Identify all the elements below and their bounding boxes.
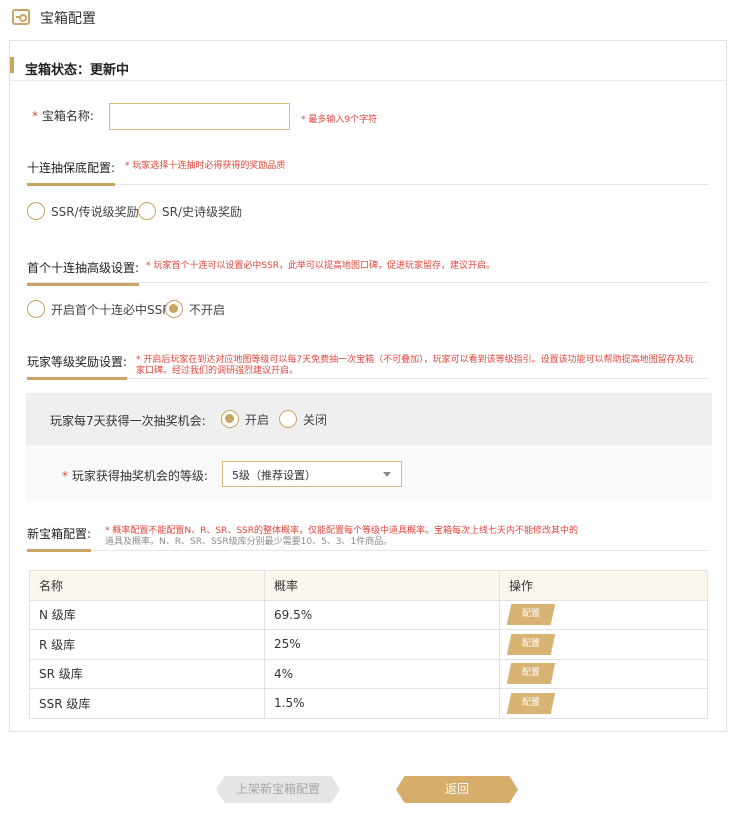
configure-button[interactable]: 配置 <box>506 604 556 626</box>
first-ten-desc-text: * 玩家首个十连可以设置必中SSR，此举可以提高地图口碑，促进玩家留存，建议开启… <box>146 261 496 271</box>
first-ten-option-enable-label: 开启首个十连必中SSR <box>51 302 171 317</box>
level-reward-box: 玩家每7天获得一次抽奖机会: 开启 关闭 * 玩家获得抽奖机会的等级: 5级（推… <box>26 393 712 501</box>
guarantee-desc-text: * 玩家选择十连抽时必得获得的奖励品质 <box>125 161 286 171</box>
page-header: 宝箱配置 <box>0 0 737 36</box>
chest-name-hint: * 最多输入9个字符 <box>301 112 377 125</box>
pool-probability: 69.5% <box>264 599 500 630</box>
pool-name: N 级库 <box>29 599 265 630</box>
pool-probability: 1.5% <box>264 688 500 719</box>
column-header-action: 操作 <box>499 570 708 601</box>
configure-button-label: 配置 <box>521 609 540 620</box>
guarantee-option-ssr[interactable]: SSR/传说级奖励 <box>27 202 139 220</box>
column-header-name: 名称 <box>29 570 265 601</box>
reward-level-select[interactable]: 5级（推荐设置） <box>222 461 402 487</box>
column-header-probability: 概率 <box>264 570 500 601</box>
weekly-option-on[interactable]: 开启 <box>221 410 269 428</box>
configure-button[interactable]: 配置 <box>506 663 556 685</box>
pool-name: R 级库 <box>29 629 265 660</box>
level-reward-title: 玩家等级奖励设置: <box>27 353 128 380</box>
weekly-option-on-label: 开启 <box>245 412 270 427</box>
radio-circle[interactable] <box>27 300 45 318</box>
first-ten-title: 首个十连抽高级设置: <box>27 259 140 286</box>
guarantee-option-sr[interactable]: SR/史诗级奖励 <box>138 202 242 220</box>
first-ten-section-header: 首个十连抽高级设置: * 玩家首个十连可以设置必中SSR，此举可以提高地图口碑，… <box>27 259 709 286</box>
pool-action-cell: 配置 <box>499 688 708 719</box>
reward-level-label: * 玩家获得抽奖机会的等级: <box>62 467 208 484</box>
status-text: 宝箱状态：更新中 <box>25 63 130 78</box>
table-header-row: 名称 概率 操作 <box>29 570 708 601</box>
new-chest-section-header: 新宝箱配置: * 概率配置不能配置N、R、SR、SSR的整体概率，仅能配置每个等… <box>27 525 709 552</box>
first-ten-option-disable-label: 不开启 <box>189 302 226 317</box>
pool-name: SSR 级库 <box>29 688 265 719</box>
radio-circle[interactable] <box>27 202 45 220</box>
chest-settings-icon <box>12 9 30 25</box>
level-reward-desc-line1: * 开启后玩家在到达对应地图等级可以每7天免费抽一次宝箱（不可叠加），玩家可以看… <box>136 355 694 365</box>
guarantee-option-ssr-label: SSR/传说级奖励 <box>51 204 139 219</box>
weekly-option-off[interactable]: 关闭 <box>279 410 327 428</box>
table-row: SSR 级库 1.5% 配置 <box>29 688 708 719</box>
weekly-chance-row: 玩家每7天获得一次抽奖机会: 开启 关闭 <box>26 393 712 445</box>
radio-circle[interactable] <box>138 202 156 220</box>
weekly-option-off-label: 关闭 <box>303 412 328 427</box>
configure-button[interactable]: 配置 <box>506 692 556 714</box>
first-ten-desc: * 玩家首个十连可以设置必中SSR，此举可以提高地图口碑，促进玩家留存，建议开启… <box>146 261 495 272</box>
status-accent-bar <box>10 57 14 73</box>
first-ten-option-disable[interactable]: 不开启 <box>165 300 225 318</box>
guarantee-desc: * 玩家选择十连抽时必得获得的奖励品质 <box>125 161 285 172</box>
required-mark: * <box>32 109 38 123</box>
radio-circle[interactable] <box>279 410 297 428</box>
new-chest-desc: * 概率配置不能配置N、R、SR、SSR的整体概率，仅能配置每个等级中道具概率。… <box>105 526 625 548</box>
level-reward-desc: * 开启后玩家在到达对应地图等级可以每7天免费抽一次宝箱（不可叠加），玩家可以看… <box>136 355 711 377</box>
configure-button-label: 配置 <box>521 638 540 649</box>
reward-level-label-text: 玩家获得抽奖机会的等级: <box>71 469 208 483</box>
new-chest-desc-line1: * 概率配置不能配置N、R、SR、SSR的整体概率，仅能配置每个等级中道具概率。… <box>105 526 578 536</box>
weekly-chance-label: 玩家每7天获得一次抽奖机会: <box>50 414 206 428</box>
radio-circle-selected[interactable] <box>165 300 183 318</box>
back-button[interactable]: 返回 <box>396 776 518 803</box>
page-title: 宝箱配置 <box>40 11 96 27</box>
new-chest-title: 新宝箱配置: <box>27 525 92 552</box>
config-panel: 宝箱状态：更新中 * 宝箱名称: * 最多输入9个字符 十连抽保底配置: * 玩… <box>9 40 727 732</box>
first-ten-option-enable[interactable]: 开启首个十连必中SSR <box>27 300 171 318</box>
configure-button[interactable]: 配置 <box>506 633 556 655</box>
reward-level-select-value: 5级（推荐设置） <box>232 469 316 482</box>
table-row: N 级库 69.5% 配置 <box>29 599 708 630</box>
pool-probability: 25% <box>264 629 500 660</box>
pool-name: SR 级库 <box>29 658 265 689</box>
table-row: SR 级库 4% 配置 <box>29 658 708 689</box>
chest-name-input[interactable] <box>109 103 290 130</box>
publish-config-button[interactable]: 上架新宝箱配置 <box>216 776 340 803</box>
pool-action-cell: 配置 <box>499 599 708 630</box>
chevron-down-icon[interactable] <box>383 472 391 477</box>
status-bar: 宝箱状态：更新中 <box>10 53 726 81</box>
prize-pool-table: 名称 概率 操作 N 级库 69.5% 配置 R 级库 25% 配置 SR 级库… <box>29 570 708 719</box>
configure-button-label: 配置 <box>521 668 540 679</box>
level-reward-section-header: 玩家等级奖励设置: * 开启后玩家在到达对应地图等级可以每7天免费抽一次宝箱（不… <box>27 353 711 380</box>
level-reward-desc-line2: 家口碑。经过我们的调研强烈建议开启。 <box>136 366 299 376</box>
table-row: R 级库 25% 配置 <box>29 629 708 660</box>
radio-circle-selected[interactable] <box>221 410 239 428</box>
required-mark: * <box>62 469 68 483</box>
chest-name-label-text: 宝箱名称: <box>41 109 94 123</box>
pool-action-cell: 配置 <box>499 658 708 689</box>
chest-name-label: * 宝箱名称: <box>32 107 94 124</box>
guarantee-title: 十连抽保底配置: <box>27 159 116 186</box>
new-chest-desc-line2: 道具及概率。N、R、SR、SSR级库分别最少需要10、5、3、1件商品。 <box>105 537 393 547</box>
configure-button-label: 配置 <box>521 697 540 708</box>
guarantee-section-header: 十连抽保底配置: * 玩家选择十连抽时必得获得的奖励品质 <box>27 159 709 186</box>
chest-name-hint-text: * 最多输入9个字符 <box>301 115 378 125</box>
guarantee-option-sr-label: SR/史诗级奖励 <box>162 204 242 219</box>
pool-probability: 4% <box>264 658 500 689</box>
pool-action-cell: 配置 <box>499 629 708 660</box>
